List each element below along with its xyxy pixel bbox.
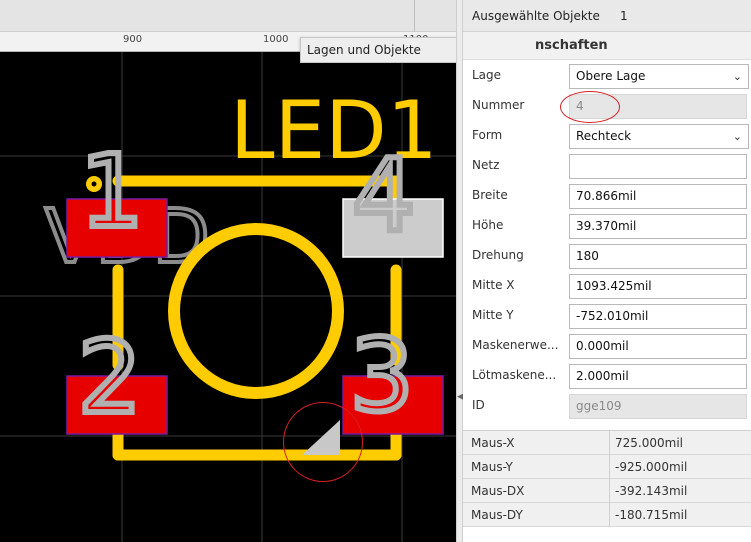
id-field: gge109 [569, 394, 747, 419]
pcb-drawing[interactable]: VDD LED1 1 2 3 4 [0, 0, 456, 542]
mouse-label: Maus-DX [471, 484, 525, 498]
prop-label: Mitte Y [472, 308, 514, 322]
pad-number-2: 2 [78, 319, 142, 436]
table-row: Maus-Y -925.000mil [463, 455, 751, 479]
prop-row-number: Nummer 4 [463, 92, 751, 122]
table-row: Maus-DY -180.715mil [463, 503, 751, 527]
prop-row-width: Breite 70.866mil [463, 182, 751, 212]
prop-row-rotation: Drehung 180 [463, 242, 751, 272]
prop-row-center-x: Mitte X 1093.425mil [463, 272, 751, 302]
prop-row-layer: Lage Obere Lage ⌄ [463, 62, 751, 92]
prop-row-mask-expansion: Maskenerwe... 0.000mil [463, 332, 751, 362]
net-field[interactable] [569, 154, 747, 179]
prop-row-net: Netz [463, 152, 751, 182]
prop-label: Mitte X [472, 278, 515, 292]
pad-number-4: 4 [352, 137, 416, 254]
height-field[interactable]: 39.370mil [569, 214, 747, 239]
table-row: Maus-X 725.000mil [463, 431, 751, 455]
mouse-label: Maus-Y [471, 460, 513, 474]
collapse-arrow-icon[interactable]: ◀ [457, 390, 464, 404]
pad-number-1: 1 [80, 133, 144, 250]
ruler-label-1000: 1000 [263, 34, 289, 45]
chevron-down-icon: ⌄ [732, 130, 742, 143]
number-field: 4 [569, 94, 747, 119]
prop-label: Höhe [472, 218, 504, 232]
shape-select[interactable]: Rechteck ⌄ [569, 124, 749, 149]
width-field[interactable]: 70.866mil [569, 184, 747, 209]
mouse-label: Maus-DY [471, 508, 523, 522]
prop-label: Netz [472, 158, 500, 172]
layers-panel-title: Lagen und Objekte [307, 43, 421, 57]
prop-label: Form [472, 128, 503, 142]
center-x-field[interactable]: 1093.425mil [569, 274, 747, 299]
prop-label: Maskenerwe... [472, 338, 559, 352]
properties-title: nschaften [535, 38, 608, 53]
mouse-coordinates-table: Maus-X 725.000mil Maus-Y -925.000mil Mau… [463, 430, 751, 527]
selected-objects-label: Ausgewählte Objekte [472, 9, 600, 23]
mouse-value: -392.143mil [615, 484, 688, 498]
mouse-value: 725.000mil [615, 436, 683, 450]
pcb-canvas[interactable]: VDD LED1 1 2 3 4 900 1000 [0, 0, 456, 542]
prop-label: Lötmaskene... [472, 368, 557, 382]
selection-bar: Ausgewählte Objekte 1 [463, 0, 751, 32]
selected-objects-count: 1 [620, 9, 628, 23]
solder-mask-field[interactable]: 2.000mil [569, 364, 747, 389]
rotation-field[interactable]: 180 [569, 244, 747, 269]
mouse-value: -925.000mil [615, 460, 688, 474]
properties-header: nschaften [463, 32, 751, 60]
prop-label: ID [472, 398, 485, 412]
mouse-label: Maus-X [471, 436, 515, 450]
layer-select[interactable]: Obere Lage ⌄ [569, 64, 749, 89]
prop-label: Lage [472, 68, 502, 82]
mask-expansion-field[interactable]: 0.000mil [569, 334, 747, 359]
chevron-down-icon: ⌄ [732, 70, 742, 83]
prop-row-solder-mask: Lötmaskene... 2.000mil [463, 362, 751, 392]
pad-number-3: 3 [350, 317, 414, 434]
canvas-toolbar [0, 0, 456, 32]
prop-label: Drehung [472, 248, 524, 262]
prop-label: Nummer [472, 98, 525, 112]
properties-panel: Ausgewählte Objekte 1 nschaften Lage Obe… [463, 0, 751, 542]
prop-row-shape: Form Rechteck ⌄ [463, 122, 751, 152]
center-y-field[interactable]: -752.010mil [569, 304, 747, 329]
mouse-value: -180.715mil [615, 508, 688, 522]
prop-row-height: Höhe 39.370mil [463, 212, 751, 242]
ruler-label-900: 900 [123, 34, 143, 45]
prop-row-center-y: Mitte Y -752.010mil [463, 302, 751, 332]
prop-row-id: ID gge109 [463, 392, 751, 422]
table-row: Maus-DX -392.143mil [463, 479, 751, 503]
panel-splitter[interactable]: ◀ [456, 0, 464, 542]
prop-label: Breite [472, 188, 508, 202]
